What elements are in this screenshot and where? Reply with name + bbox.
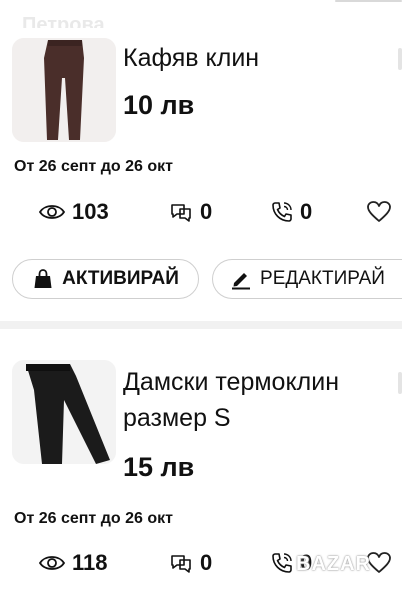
listing-title-line1: Дамски термоклин	[123, 368, 340, 396]
phone-icon	[272, 553, 292, 573]
listing-price: 15 лв	[123, 452, 195, 482]
listing-thumbnail[interactable]	[12, 360, 116, 464]
listing-title[interactable]: Дамски термоклин размер S	[123, 364, 339, 436]
eye-icon	[38, 556, 66, 570]
messages-count: 0	[200, 550, 213, 575]
listing-title-line2: размер S	[123, 404, 231, 432]
thermal-leggings-image	[12, 360, 116, 464]
chat-icon	[171, 555, 191, 573]
edge-scroll-indicator	[398, 372, 402, 394]
site-watermark: BAZAR	[296, 553, 371, 575]
listing-card[interactable]: Дамски термоклин размер S 15 лв От 26 се…	[0, 0, 402, 600]
listing-dates: От 26 септ до 26 окт	[14, 510, 173, 527]
views-count: 118	[72, 550, 108, 575]
views-stat: 118	[38, 550, 108, 576]
messages-stat: 0	[168, 550, 212, 576]
